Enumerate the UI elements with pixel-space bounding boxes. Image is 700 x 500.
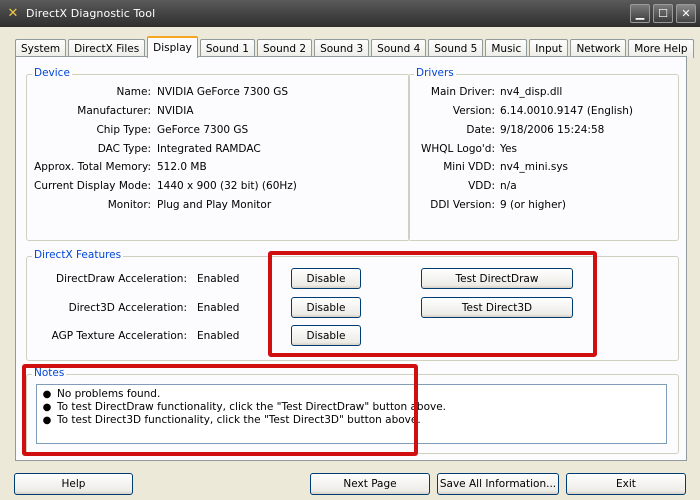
device-group: Device Name: NVIDIA GeForce 7300 GS Manu… xyxy=(26,67,410,241)
driver-row: WHQL Logo'd: Yes xyxy=(409,141,678,157)
monitor-label: Monitor: xyxy=(107,199,151,211)
ddi-version-label: DDI Version: xyxy=(430,199,495,211)
tab-display[interactable]: Display xyxy=(147,36,198,58)
help-button[interactable]: Help xyxy=(14,473,133,495)
highlight-notes xyxy=(22,364,418,456)
version-value: 6.14.0010.9147 (English) xyxy=(500,105,633,117)
device-name-label: Name: xyxy=(116,86,151,98)
device-row: DAC Type: Integrated RAMDAC xyxy=(27,141,409,157)
direct3d-accel-value: Enabled xyxy=(197,302,240,314)
driver-row: VDD: n/a xyxy=(409,178,678,194)
highlight-features-buttons xyxy=(268,251,597,357)
feature-row: AGP Texture Acceleration: Enabled xyxy=(27,328,267,344)
mini-vdd-label: Mini VDD: xyxy=(443,161,495,173)
features-group-title: DirectX Features xyxy=(32,249,124,261)
device-row: Manufacturer: NVIDIA xyxy=(27,103,409,119)
directdraw-accel-label: DirectDraw Acceleration: xyxy=(56,273,187,285)
driver-row: Main Driver: nv4_disp.dll xyxy=(409,84,678,100)
title-bar[interactable]: ✕ DirectX Diagnostic Tool ▁ ☐ ✕ xyxy=(0,0,700,27)
ddi-version-value: 9 (or higher) xyxy=(500,199,566,211)
monitor-value: Plug and Play Monitor xyxy=(157,199,272,211)
device-group-title: Device xyxy=(32,67,72,79)
main-driver-label: Main Driver: xyxy=(430,86,495,98)
manufacturer-label: Manufacturer: xyxy=(77,105,151,117)
exit-button[interactable]: Exit xyxy=(566,473,686,495)
driver-row: Version: 6.14.0010.9147 (English) xyxy=(409,103,678,119)
agp-texture-accel-label: AGP Texture Acceleration: xyxy=(51,330,187,342)
driver-row: DDI Version: 9 (or higher) xyxy=(409,197,678,213)
total-memory-label: Approx. Total Memory: xyxy=(34,161,151,173)
driver-row: Date: 9/18/2006 15:24:58 xyxy=(409,122,678,138)
drivers-group-title: Drivers xyxy=(414,67,456,79)
main-driver-value: nv4_disp.dll xyxy=(500,86,563,98)
save-all-information-button[interactable]: Save All Information... xyxy=(437,473,559,495)
window-title: DirectX Diagnostic Tool xyxy=(26,7,156,20)
next-page-button[interactable]: Next Page xyxy=(310,473,430,495)
device-row: Name: NVIDIA GeForce 7300 GS xyxy=(27,84,409,100)
device-row: Monitor: Plug and Play Monitor xyxy=(27,197,409,213)
mini-vdd-value: nv4_mini.sys xyxy=(500,161,569,173)
whql-label: WHQL Logo'd: xyxy=(421,143,495,155)
display-mode-value: 1440 x 900 (32 bit) (60Hz) xyxy=(157,180,297,192)
device-name-value: NVIDIA GeForce 7300 GS xyxy=(157,86,289,98)
dxdiag-window: ✕ DirectX Diagnostic Tool ▁ ☐ ✕ System D… xyxy=(0,0,700,500)
drivers-group: Drivers Main Driver: nv4_disp.dll Versio… xyxy=(408,67,679,241)
vdd-value: n/a xyxy=(500,180,517,192)
maximize-icon[interactable]: ☐ xyxy=(653,4,673,23)
date-value: 9/18/2006 15:24:58 xyxy=(500,124,605,136)
dxdiag-app-icon: ✕ xyxy=(7,6,19,21)
device-row: Current Display Mode: 1440 x 900 (32 bit… xyxy=(27,178,409,194)
version-label: Version: xyxy=(452,105,495,117)
chip-type-value: GeForce 7300 GS xyxy=(157,124,249,136)
device-row: Approx. Total Memory: 512.0 MB xyxy=(27,159,409,175)
tab-strip: System DirectX Files Display Sound 1 Sou… xyxy=(15,36,696,58)
driver-row: Mini VDD: nv4_mini.sys xyxy=(409,159,678,175)
whql-value: Yes xyxy=(500,143,517,155)
chip-type-label: Chip Type: xyxy=(96,124,151,136)
manufacturer-value: NVIDIA xyxy=(157,105,194,117)
date-label: Date: xyxy=(466,124,495,136)
display-mode-label: Current Display Mode: xyxy=(34,180,151,192)
vdd-label: VDD: xyxy=(468,180,495,192)
device-row: Chip Type: GeForce 7300 GS xyxy=(27,122,409,138)
close-icon[interactable]: ✕ xyxy=(676,4,696,23)
minimize-icon[interactable]: ▁ xyxy=(630,4,650,23)
direct3d-accel-label: Direct3D Acceleration: xyxy=(68,302,187,314)
directdraw-accel-value: Enabled xyxy=(197,273,240,285)
feature-row: Direct3D Acceleration: Enabled xyxy=(27,300,267,316)
agp-texture-accel-value: Enabled xyxy=(197,330,240,342)
dac-type-label: DAC Type: xyxy=(97,143,151,155)
window-controls: ▁ ☐ ✕ xyxy=(630,4,696,23)
dac-type-value: Integrated RAMDAC xyxy=(157,143,261,155)
feature-row: DirectDraw Acceleration: Enabled xyxy=(27,271,267,287)
total-memory-value: 512.0 MB xyxy=(157,161,207,173)
